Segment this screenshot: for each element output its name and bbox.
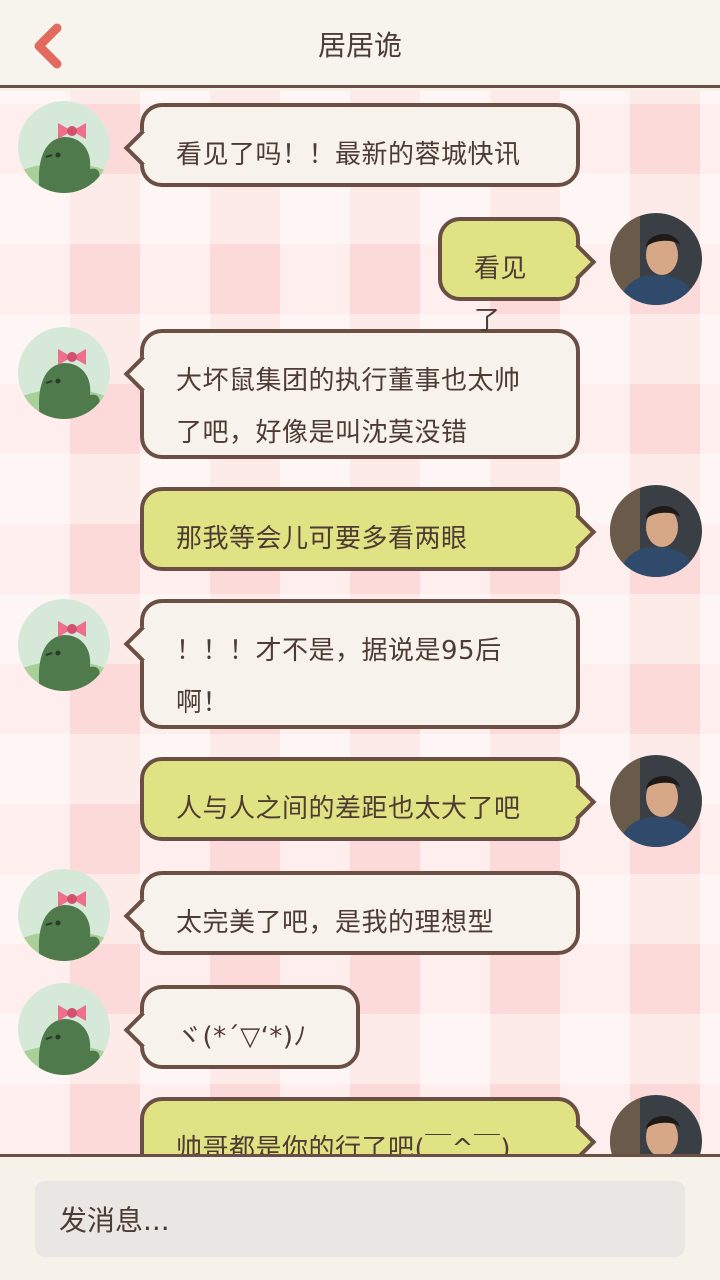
message-text: ！！！才不是，据说是95后啊！ xyxy=(176,636,502,718)
message-text: 人与人之间的差距也太大了吧 xyxy=(176,794,521,824)
message-text: 大坏鼠集团的执行董事也太帅了吧，好像是叫沈莫没错 xyxy=(176,366,521,448)
message-bubble-sent[interactable]: 帅哥都是你的行了吧(￣^￣) xyxy=(140,1097,597,1154)
message-bubble-received[interactable]: 大坏鼠集团的执行董事也太帅了吧，好像是叫沈莫没错 xyxy=(123,329,580,459)
message-input[interactable]: 发消息... xyxy=(35,1181,685,1257)
message-bubble-received[interactable]: ヾ(*´▽‘*)ﾉ xyxy=(123,985,360,1069)
message-bubble-sent[interactable]: 看见了 xyxy=(438,217,597,336)
message-text: 看见了吗！！最新的蓉城快讯 xyxy=(176,140,521,170)
contact-avatar[interactable] xyxy=(18,101,110,193)
message-text: 那我等会儿可要多看两眼 xyxy=(176,524,468,554)
contact-avatar[interactable] xyxy=(18,869,110,961)
contact-avatar[interactable] xyxy=(18,599,110,691)
user-avatar[interactable] xyxy=(610,213,702,305)
message-bubble-sent[interactable]: 人与人之间的差距也太大了吧 xyxy=(140,757,597,841)
user-avatar[interactable] xyxy=(610,1095,702,1154)
header-bar: 居居诡 xyxy=(0,0,720,88)
message-bubble-received[interactable]: 看见了吗！！最新的蓉城快讯 xyxy=(123,103,580,187)
message-text: 太完美了吧，是我的理想型 xyxy=(176,908,495,938)
user-avatar[interactable] xyxy=(610,755,702,847)
message-bubble-sent[interactable]: 那我等会儿可要多看两眼 xyxy=(140,487,597,571)
message-bubble-received[interactable]: 太完美了吧，是我的理想型 xyxy=(123,871,580,955)
chat-area[interactable]: 看见了吗！！最新的蓉城快讯 看见了 大坏鼠集团的执行董事也太帅了吧，好像是叫沈莫… xyxy=(0,91,720,1154)
chat-title: 居居诡 xyxy=(317,29,402,62)
message-bubble-received[interactable]: ！！！才不是，据说是95后啊！ xyxy=(123,599,580,729)
message-text: 帅哥都是你的行了吧(￣^￣) xyxy=(176,1134,512,1154)
contact-avatar[interactable] xyxy=(18,327,110,419)
contact-avatar[interactable] xyxy=(18,983,110,1075)
message-text: ヾ(*´▽‘*)ﾉ xyxy=(176,1022,308,1052)
user-avatar[interactable] xyxy=(610,485,702,577)
composer-bar: 发消息... xyxy=(0,1154,720,1280)
message-text: 看见了 xyxy=(474,254,528,336)
